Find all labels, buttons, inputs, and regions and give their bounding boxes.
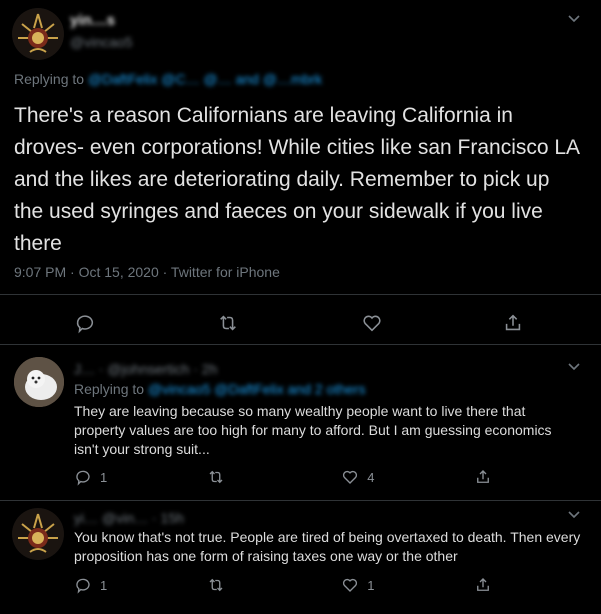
retweet-icon[interactable] bbox=[217, 312, 239, 334]
display-name[interactable]: yin…s bbox=[70, 12, 115, 29]
replying-to-prefix: Replying to bbox=[74, 381, 145, 397]
avatar[interactable] bbox=[12, 8, 64, 60]
reply-header[interactable]: yi… @vin… · 15h bbox=[74, 510, 184, 526]
reply-icon[interactable] bbox=[74, 312, 96, 334]
reply-action[interactable]: 1 bbox=[74, 468, 107, 486]
replying-to-users[interactable]: @vincao5 @DaftFelix and 2 others bbox=[148, 381, 366, 397]
avatar[interactable] bbox=[14, 357, 64, 407]
replying-to-users[interactable]: @DaftFelix @C… @… and @…mbrk bbox=[88, 71, 322, 87]
replying-to: Replying to @vincao5 @DaftFelix and 2 ot… bbox=[74, 381, 365, 397]
reply-header[interactable]: J… · @johnsertich · 2h bbox=[74, 361, 217, 377]
reply-actions: 1 4 bbox=[74, 468, 492, 486]
chevron-down-icon[interactable] bbox=[567, 12, 581, 26]
reply-action[interactable]: 1 bbox=[74, 576, 107, 594]
share-icon[interactable] bbox=[502, 312, 524, 334]
avatar[interactable] bbox=[12, 508, 64, 560]
reply-icon[interactable] bbox=[74, 468, 92, 486]
like-count: 4 bbox=[367, 469, 375, 485]
reply-text: You know that's not true. People are tir… bbox=[74, 529, 581, 564]
chevron-down-icon[interactable] bbox=[567, 508, 581, 522]
share-icon[interactable] bbox=[474, 468, 492, 486]
chevron-down-icon[interactable] bbox=[567, 360, 581, 374]
like-icon[interactable] bbox=[341, 468, 359, 486]
replying-to-prefix: Replying to bbox=[14, 71, 85, 87]
avatar-dog-icon bbox=[14, 357, 64, 407]
reply-text: They are leaving because so many wealthy… bbox=[74, 403, 552, 457]
reply-count: 1 bbox=[100, 469, 108, 485]
share-action[interactable] bbox=[474, 468, 492, 486]
like-action[interactable]: 4 bbox=[341, 468, 374, 486]
reply-count: 1 bbox=[100, 577, 108, 593]
share-action[interactable] bbox=[474, 576, 492, 594]
reply-icon[interactable] bbox=[74, 576, 92, 594]
reply-actions: 1 1 bbox=[74, 576, 492, 594]
tweet-actions bbox=[74, 312, 524, 334]
retweet-icon[interactable] bbox=[207, 576, 225, 594]
retweet-action[interactable] bbox=[207, 468, 233, 486]
replying-to: Replying to @DaftFelix @C… @… and @…mbrk bbox=[14, 71, 322, 87]
like-count: 1 bbox=[367, 577, 375, 593]
divider bbox=[0, 294, 601, 295]
handle[interactable]: @vincao5 bbox=[70, 34, 132, 50]
share-icon[interactable] bbox=[474, 576, 492, 594]
retweet-action[interactable] bbox=[207, 576, 233, 594]
like-action[interactable]: 1 bbox=[341, 576, 374, 594]
tweet-timestamp[interactable]: 9:07 PM · Oct 15, 2020 · Twitter for iPh… bbox=[14, 264, 280, 280]
divider bbox=[0, 500, 601, 501]
like-icon[interactable] bbox=[341, 576, 359, 594]
tweet-text: There's a reason Californians are leavin… bbox=[14, 104, 579, 255]
retweet-icon[interactable] bbox=[207, 468, 225, 486]
avatar-logo-icon bbox=[12, 508, 64, 560]
divider bbox=[0, 344, 601, 345]
like-icon[interactable] bbox=[361, 312, 383, 334]
avatar-logo-icon bbox=[12, 8, 64, 60]
